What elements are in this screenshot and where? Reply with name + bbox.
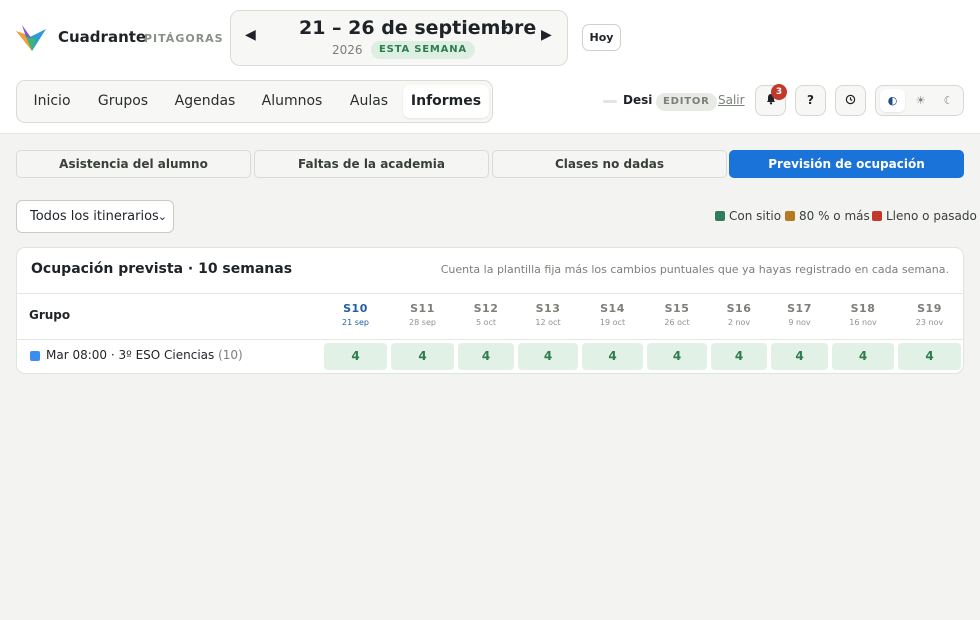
week-code: S18 [850, 302, 876, 315]
legend-item: Con sitio [715, 209, 781, 223]
week-column-header: S17 9 nov [771, 302, 828, 327]
occupancy-cell[interactable]: 4 [518, 343, 578, 370]
current-week-badge: ESTA SEMANA [371, 41, 475, 59]
week-date: 28 sep [409, 318, 436, 327]
divider [17, 293, 963, 294]
week-date: 5 oct [475, 318, 497, 327]
group-color-swatch [30, 351, 40, 361]
occupancy-cell[interactable]: 4 [898, 343, 961, 370]
chevron-down-icon: ⌄ [157, 210, 167, 223]
week-column-header: S19 23 nov [898, 302, 961, 327]
week-code: S17 [787, 302, 812, 315]
week-code: S13 [535, 302, 561, 315]
app-name: Cuadrante [58, 28, 147, 46]
week-column-header: S16 2 nov [711, 302, 767, 327]
occupancy-cell[interactable]: 4 [647, 343, 707, 370]
week-date: 16 nov [849, 318, 877, 327]
week-code: S10 [343, 302, 368, 315]
nav-item-agendas[interactable]: Agendas [163, 85, 247, 118]
app-logo [16, 25, 46, 51]
week-date: 23 nov [915, 318, 944, 327]
week-date: 12 oct [535, 318, 561, 327]
week-code: S19 [917, 302, 942, 315]
week-picker: ◀ 21 – 26 de septiembre ⌄ 2026 ESTA SEMA… [230, 10, 568, 66]
card-title: Ocupación prevista · 10 semanas [31, 261, 293, 277]
week-column-header: S10 21 sep [324, 302, 387, 327]
chevron-left-icon[interactable]: ◀ [245, 27, 256, 43]
logout-link[interactable]: Salir [718, 93, 745, 107]
chevron-right-icon[interactable]: ▶ [541, 27, 552, 43]
itinerary-select-value: Todos los itinerarios [30, 209, 159, 224]
week-code: S12 [473, 302, 499, 315]
week-code: S15 [664, 302, 690, 315]
week-column-header: S18 16 nov [832, 302, 894, 327]
main-nav: Inicio Grupos Agendas Alumnos Aulas Info… [16, 80, 493, 123]
legend-swatch [785, 211, 795, 221]
today-button[interactable]: Hoy [582, 24, 621, 51]
occupancy-cell[interactable]: 4 [711, 343, 767, 370]
moon-icon[interactable]: ☾ [936, 89, 961, 112]
legend-item: 80 % o más [785, 209, 870, 223]
nav-item-alumnos[interactable]: Alumnos [251, 85, 333, 118]
occupancy-cell[interactable]: 4 [391, 343, 454, 370]
legend-swatch [872, 211, 882, 221]
avatar [603, 100, 617, 103]
occupancy-cell[interactable]: 4 [582, 343, 643, 370]
week-column-header: S13 12 oct [518, 302, 578, 327]
legend-label: Lleno o pasado [886, 209, 977, 223]
nav-item-informes[interactable]: Informes [403, 85, 489, 118]
week-column-header: S14 19 oct [582, 302, 643, 327]
week-column-header: S11 28 sep [391, 302, 454, 327]
occupancy-cell[interactable]: 4 [458, 343, 514, 370]
week-date: 9 nov [788, 318, 811, 327]
nav-item-grupos[interactable]: Grupos [87, 85, 159, 118]
week-code: S16 [726, 302, 752, 315]
help-button[interactable]: ? [795, 85, 826, 116]
role-badge: EDITOR [656, 93, 717, 111]
legend-item: Lleno o pasado [872, 209, 977, 223]
week-year: 2026 [332, 43, 363, 57]
itinerary-select[interactable]: Todos los itinerarios ⌄ [16, 200, 174, 233]
week-date: 19 oct [599, 318, 626, 327]
group-capacity: (10) [218, 348, 243, 362]
week-column-header: S12 5 oct [458, 302, 514, 327]
legend-label: Con sitio [729, 209, 782, 223]
nav-item-aulas[interactable]: Aulas [337, 85, 401, 118]
tab-prevision-ocupacion[interactable]: Previsión de ocupación [729, 150, 964, 178]
tab-clases-no-dadas[interactable]: Clases no dadas [492, 150, 727, 178]
chevron-down-icon[interactable]: ⌄ [499, 19, 510, 34]
auto-theme-icon[interactable]: ◐ [880, 89, 905, 112]
divider [17, 339, 963, 340]
group-column-header: Grupo [29, 308, 71, 322]
user-name: Desi [623, 93, 653, 107]
week-code: S11 [410, 302, 435, 315]
legend-label: 80 % o más [799, 209, 870, 223]
card-note: Cuenta la plantilla fija más los cambios… [440, 263, 949, 276]
week-date: 26 oct [664, 318, 690, 327]
occupancy-card: Ocupación prevista · 10 semanas Cuenta l… [16, 247, 964, 374]
legend-swatch [715, 211, 725, 221]
occupancy-cell[interactable]: 4 [324, 343, 387, 370]
week-column-header: S15 26 oct [647, 302, 707, 327]
theme-switcher: ◐ ☀ ☾ [875, 85, 964, 116]
sun-icon[interactable]: ☀ [908, 89, 933, 112]
occupancy-cell[interactable]: 4 [771, 343, 828, 370]
app-header: Cuadrante PITÁGORAS ◀ 21 – 26 de septiem… [0, 0, 980, 134]
occupancy-cell[interactable]: 4 [832, 343, 894, 370]
group-label[interactable]: Mar 08:00 · 3º ESO Ciencias (10) [46, 348, 243, 362]
week-code: S14 [600, 302, 625, 315]
group-name: Mar 08:00 · 3º ESO Ciencias [46, 348, 215, 362]
clock-icon [845, 94, 856, 105]
notification-count-badge: 3 [771, 84, 787, 100]
school-name: PITÁGORAS [144, 32, 224, 45]
nav-item-inicio[interactable]: Inicio [21, 85, 83, 118]
week-date: 21 sep [342, 318, 369, 327]
history-button[interactable] [835, 85, 866, 116]
week-date: 2 nov [727, 318, 751, 327]
tab-faltas-academia[interactable]: Faltas de la academia [254, 150, 489, 178]
tab-asistencia-alumno[interactable]: Asistencia del alumno [16, 150, 251, 178]
